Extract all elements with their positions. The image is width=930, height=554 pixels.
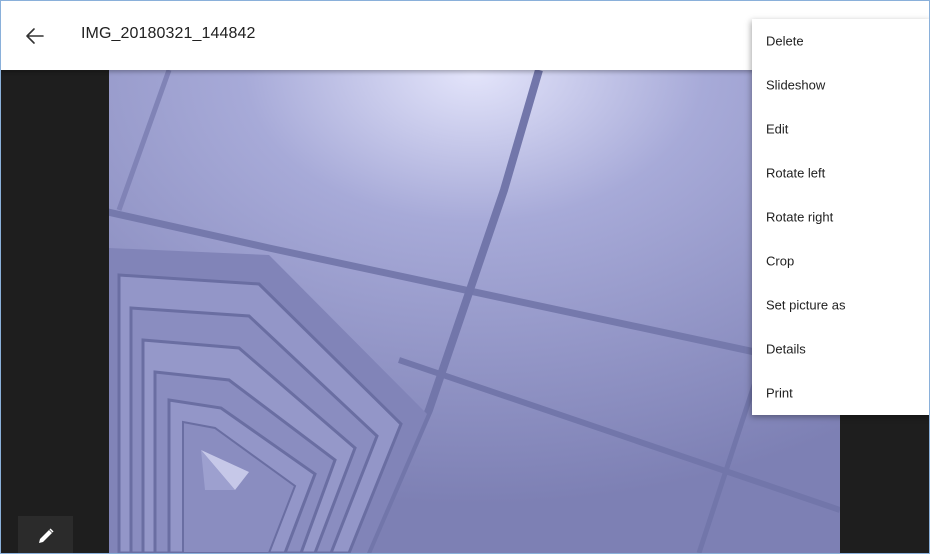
photo (109, 70, 840, 553)
menu-item-label: Rotate right (766, 209, 834, 225)
menu-item-edit[interactable]: Edit (752, 107, 929, 151)
menu-item-rotate-right[interactable]: Rotate right (752, 195, 929, 239)
menu-item-label: Edit (766, 121, 789, 137)
menu-item-crop[interactable]: Crop (752, 239, 929, 283)
photo-viewer-window: IMG_20180321_144842 Delete Slideshow Edi… (0, 0, 930, 554)
back-button[interactable] (23, 26, 47, 46)
menu-item-label: Details (766, 341, 806, 357)
arrow-back-icon (26, 28, 44, 44)
menu-item-rotate-left[interactable]: Rotate left (752, 151, 929, 195)
menu-item-label: Rotate left (766, 165, 826, 181)
menu-item-set-picture-as[interactable]: Set picture as (752, 283, 929, 327)
menu-item-label: Delete (766, 33, 804, 49)
edit-button[interactable] (18, 516, 73, 553)
menu-item-label: Set picture as (766, 297, 846, 313)
menu-item-delete[interactable]: Delete (752, 19, 929, 63)
menu-item-print[interactable]: Print (752, 371, 929, 415)
pencil-icon (39, 528, 54, 543)
menu-item-label: Slideshow (766, 77, 826, 93)
menu-item-details[interactable]: Details (752, 327, 929, 371)
menu-item-label: Crop (766, 253, 795, 269)
image-title: IMG_20180321_144842 (81, 25, 256, 42)
menu-item-slideshow[interactable]: Slideshow (752, 63, 929, 107)
overflow-menu: Delete Slideshow Edit Rotate left Rotate… (752, 19, 929, 415)
menu-item-label: Print (766, 385, 793, 401)
